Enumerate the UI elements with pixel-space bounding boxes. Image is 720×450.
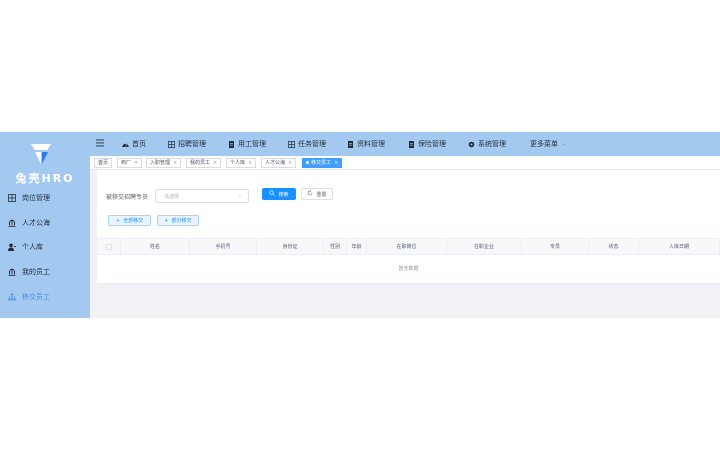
grid-icon xyxy=(168,140,175,148)
active-dot-icon xyxy=(306,161,309,164)
sidebar-item-label: 移交员工 xyxy=(22,293,50,301)
column-header[interactable]: 手机号 xyxy=(190,239,257,255)
column-header[interactable]: 状态 xyxy=(589,239,639,255)
chevron-down-icon: ⌄ xyxy=(237,193,242,199)
bank-icon xyxy=(8,268,16,276)
app-frame: 兔壳HRO 岗位管理 人才公海 个人库 我的员工 移交员工 首页 招聘管理 用工… xyxy=(0,132,720,318)
top-menu-bar: 首页 招聘管理 用工管理 任务管理 资料管理 保险管理 系统管理 更多菜单 ⌄ xyxy=(90,132,720,156)
refresh-icon xyxy=(307,190,313,198)
menu-system[interactable]: 系统管理 xyxy=(468,132,506,156)
reset-button[interactable]: 重置 xyxy=(301,188,333,200)
transfer-partial-button[interactable]: + 部分移交 xyxy=(157,215,199,226)
select-placeholder: 请选择 xyxy=(164,194,180,200)
tree-icon xyxy=(8,293,16,301)
menu-more[interactable]: 更多菜单 ⌄ xyxy=(530,132,566,156)
sidebar-item-label: 岗位管理 xyxy=(22,194,50,202)
doc-icon xyxy=(228,140,235,148)
column-header[interactable]: 入库日期 xyxy=(639,239,720,255)
column-header[interactable]: 专员 xyxy=(522,239,589,255)
main-panel: 被移交招聘专员 请选择 ⌄ 搜索 重置 + 全部移交 + 部分移交 姓名 手机号 xyxy=(97,170,720,284)
column-header[interactable]: 在职岗位 xyxy=(367,239,447,255)
tag-transfer-employees[interactable]: 移交员工 × xyxy=(302,158,343,168)
column-header[interactable]: 在职企业 xyxy=(447,239,522,255)
sidebar-item-my-employees[interactable]: 我的员工 xyxy=(0,261,90,283)
sidebar-item-label: 人才公海 xyxy=(22,219,50,227)
column-header[interactable]: 身份证 xyxy=(257,239,324,255)
menu-documents[interactable]: 资料管理 xyxy=(347,132,385,156)
menu-employment[interactable]: 用工管理 xyxy=(228,132,266,156)
close-icon[interactable]: × xyxy=(288,160,292,166)
tag-personal-library[interactable]: 个人库 × xyxy=(226,158,257,168)
menu-tasks[interactable]: 任务管理 xyxy=(288,132,326,156)
column-header[interactable]: 年龄 xyxy=(347,239,367,255)
search-icon xyxy=(269,190,276,198)
sidebar-item-label: 个人库 xyxy=(22,243,43,251)
tag-arrival[interactable]: 到厂 × xyxy=(117,158,143,168)
tags-bar: 首页 到厂 × 入职管理 × 我的员工 × 个人库 × 人才公海 × 移交员工 × xyxy=(90,156,720,170)
sidebar-item-position[interactable]: 岗位管理 xyxy=(0,187,90,209)
hamburger-icon[interactable] xyxy=(96,139,104,147)
menu-home[interactable]: 首页 xyxy=(122,132,146,156)
close-icon[interactable]: × xyxy=(248,160,252,166)
bank-icon xyxy=(8,219,16,227)
column-header[interactable]: 姓名 xyxy=(121,239,190,255)
close-icon[interactable]: × xyxy=(213,160,217,166)
logo-icon xyxy=(31,144,51,164)
close-icon[interactable]: × xyxy=(134,160,138,166)
plus-icon: + xyxy=(115,217,121,224)
form-label-transferee: 被移交招聘专员 xyxy=(106,194,149,201)
transfer-all-button[interactable]: + 全部移交 xyxy=(108,215,151,226)
tag-onboarding[interactable]: 入职管理 × xyxy=(146,158,182,168)
table-header: 姓名 手机号 身份证 性别 年龄 在职岗位 在职企业 专员 状态 入库日期 xyxy=(97,238,720,255)
gear-icon xyxy=(468,141,475,148)
table-header-select xyxy=(97,239,121,255)
user-icon xyxy=(8,243,16,251)
search-button[interactable]: 搜索 xyxy=(262,188,296,200)
select-all-checkbox[interactable] xyxy=(106,244,112,250)
plus-icon: + xyxy=(164,217,169,224)
chevron-down-icon: ⌄ xyxy=(562,141,567,147)
close-icon[interactable]: × xyxy=(173,160,177,166)
doc-icon xyxy=(408,140,415,148)
menu-insurance[interactable]: 保险管理 xyxy=(408,132,446,156)
sidebar-item-transfer-employees[interactable]: 移交员工 xyxy=(0,286,90,308)
doc-icon xyxy=(347,140,354,148)
tag-home[interactable]: 首页 xyxy=(94,158,113,168)
sidebar-item-personal-library[interactable]: 个人库 xyxy=(0,236,90,258)
sidebar-item-talent-pool[interactable]: 人才公海 xyxy=(0,212,90,234)
table-empty-text: 暂无数据 xyxy=(97,255,720,284)
close-icon[interactable]: × xyxy=(334,160,338,166)
dashboard-icon xyxy=(122,141,129,148)
column-header[interactable]: 性别 xyxy=(324,239,347,255)
tag-my-employees[interactable]: 我的员工 × xyxy=(186,158,222,168)
brand-name: 兔壳HRO xyxy=(15,172,75,185)
tag-talent-pool[interactable]: 人才公海 × xyxy=(261,158,297,168)
sidebar: 兔壳HRO 岗位管理 人才公海 个人库 我的员工 移交员工 xyxy=(0,132,90,318)
sidebar-item-label: 我的员工 xyxy=(22,268,50,276)
menu-recruitment[interactable]: 招聘管理 xyxy=(168,132,206,156)
grid-icon xyxy=(8,194,16,202)
grid-icon xyxy=(288,140,295,148)
transferee-select[interactable]: 请选择 ⌄ xyxy=(155,189,249,203)
